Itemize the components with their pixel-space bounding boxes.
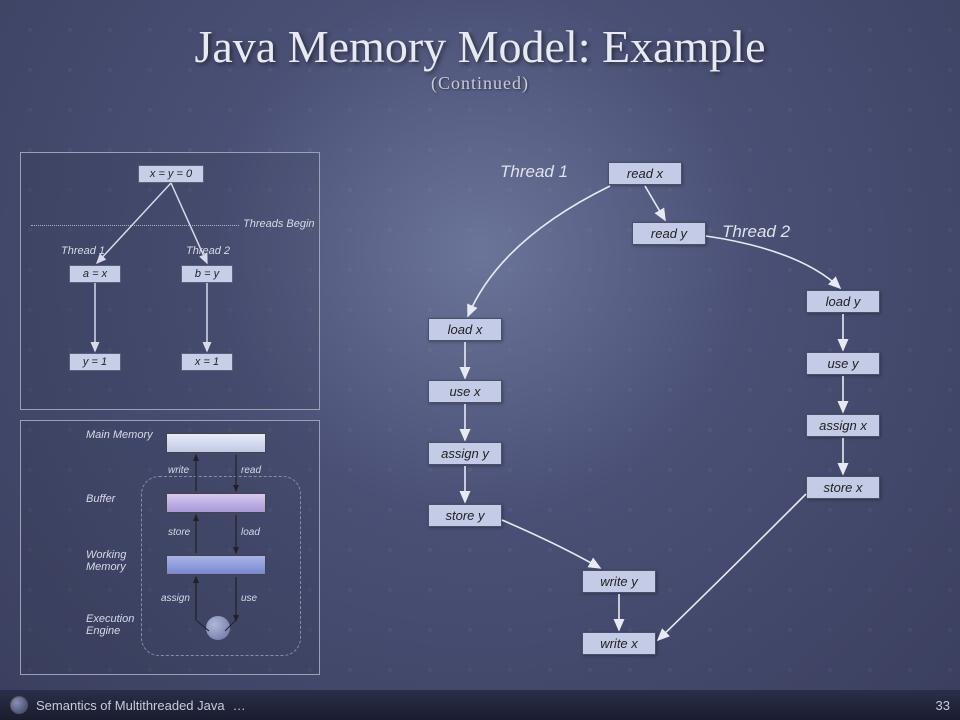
panel1-arrows	[21, 153, 321, 411]
node-load-y: load y	[806, 290, 880, 313]
working-memory-box	[166, 555, 266, 575]
node-a-eq-x: a = x	[69, 265, 121, 283]
footer-bar: Semantics of Multithreaded Java … 33	[0, 690, 960, 720]
load-label: load	[241, 527, 260, 538]
threads-begin-label: Threads Begin	[243, 218, 315, 230]
node-load-x: load x	[428, 318, 502, 341]
footer-logo-icon	[10, 696, 28, 714]
assign-label: assign	[161, 593, 190, 604]
node-use-y: use y	[806, 352, 880, 375]
store-label: store	[168, 527, 190, 538]
node-write-y: write y	[582, 570, 656, 593]
use-label: use	[241, 593, 257, 604]
node-read-x: read x	[608, 162, 682, 185]
footer-text: Semantics of Multithreaded Java	[36, 698, 225, 713]
flow-thread1-label: Thread 1	[500, 162, 568, 182]
thread2-label: Thread 2	[186, 245, 230, 257]
node-use-x: use x	[428, 380, 502, 403]
threads-begin-line	[31, 225, 239, 226]
write-label: write	[168, 465, 189, 476]
node-write-x: write x	[582, 632, 656, 655]
node-b-eq-y: b = y	[181, 265, 233, 283]
thread-diagram-panel: x = y = 0 Threads Begin Thread 1 Thread …	[20, 152, 320, 410]
slide-subtitle: (Continued)	[0, 73, 960, 94]
flow-thread2-label: Thread 2	[722, 222, 790, 242]
node-store-y: store y	[428, 504, 502, 527]
buffer-box	[166, 493, 266, 513]
node-read-y: read y	[632, 222, 706, 245]
thread1-label: Thread 1	[61, 245, 105, 257]
init-node: x = y = 0	[138, 165, 204, 183]
slide-title: Java Memory Model: Example	[0, 20, 960, 73]
execution-engine-circle	[206, 616, 230, 640]
node-y-eq-1: y = 1	[69, 353, 121, 371]
main-memory-label: Main Memory	[86, 429, 156, 441]
memory-model-panel: Main Memory Buffer Working Memory Execut…	[20, 420, 320, 675]
node-assign-x: assign x	[806, 414, 880, 437]
node-store-x: store x	[806, 476, 880, 499]
main-memory-box	[166, 433, 266, 453]
page-number: 33	[936, 698, 950, 713]
read-label: read	[241, 465, 261, 476]
footer-ellipsis-icon: …	[233, 698, 248, 713]
slide-title-block: Java Memory Model: Example (Continued)	[0, 0, 960, 94]
node-assign-y: assign y	[428, 442, 502, 465]
node-x-eq-1: x = 1	[181, 353, 233, 371]
